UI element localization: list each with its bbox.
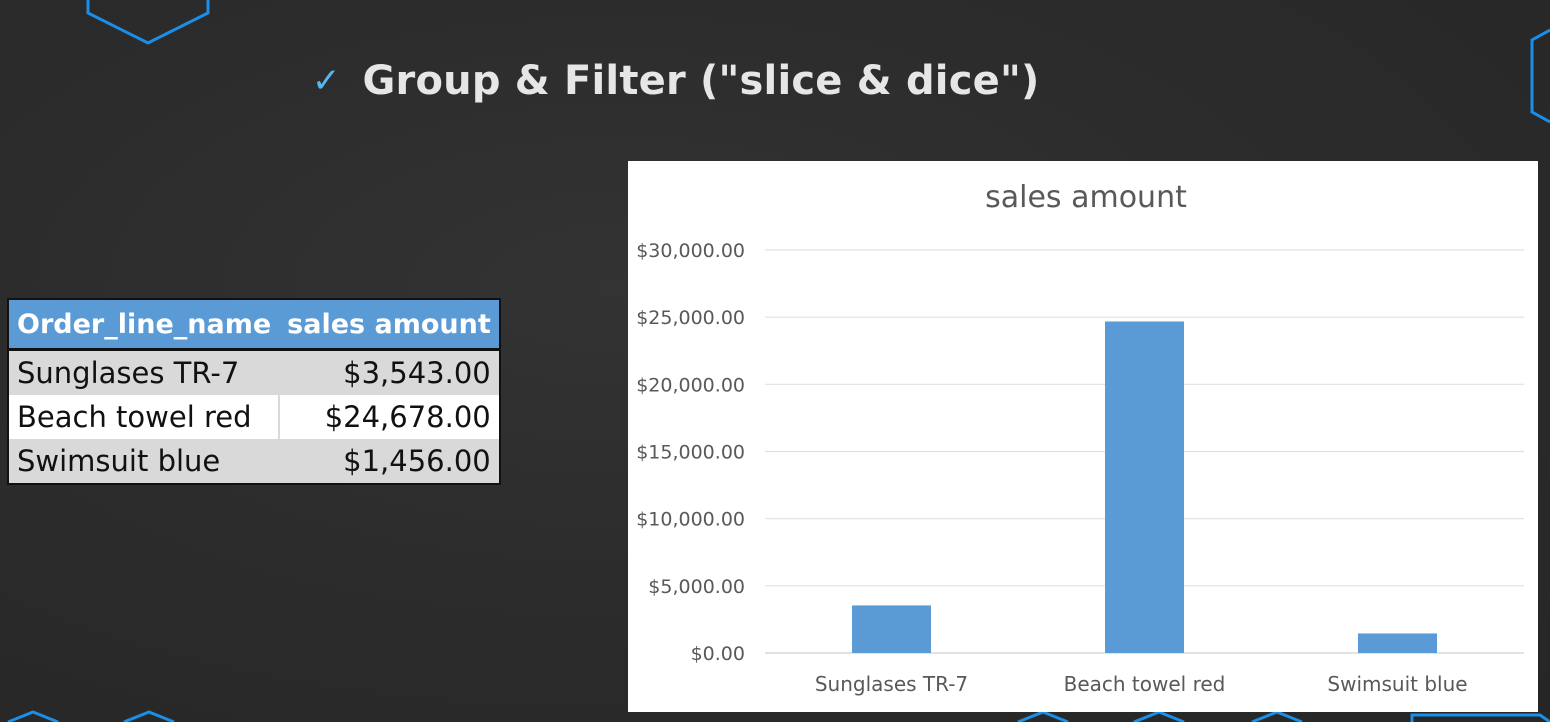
chart-title: sales amount — [985, 180, 1187, 215]
bar — [852, 605, 931, 653]
table-cell-name: Beach towel red — [8, 395, 281, 439]
hexagon-decoration-bottom-1 — [7, 710, 59, 722]
y-tick-label: $10,000.00 — [636, 509, 745, 531]
y-tick-label: $25,000.00 — [636, 307, 745, 329]
table-cell-amount: $3,543.00 — [279, 349, 500, 395]
table-row: Swimsuit blue $1,456.00 — [8, 439, 500, 484]
hexagon-decoration-bottom-4 — [1133, 710, 1185, 722]
column-header-sales-amount: sales amount — [279, 299, 500, 351]
table-cell-amount: $1,456.00 — [279, 439, 500, 484]
slide-heading: ✓ Group & Filter ("slice & dice") — [312, 58, 1039, 104]
table-row: Beach towel red $24,678.00 — [8, 395, 500, 439]
heading-text: Group & Filter ("slice & dice") — [362, 58, 1040, 104]
hexagon-decoration-bottom-5 — [1251, 710, 1303, 722]
table-header-row: Order_line_name sales amount — [8, 299, 500, 351]
hexagon-decoration-bottom-2 — [123, 710, 175, 722]
table-row: Sunglases TR-7 $3,543.00 — [8, 349, 500, 395]
bar — [1358, 633, 1437, 653]
y-tick-label: $20,000.00 — [636, 374, 745, 396]
checkmark-icon: ✓ — [312, 61, 341, 101]
x-tick-label: Swimsuit blue — [1327, 672, 1467, 696]
hexagon-decoration-bottom-3 — [1017, 710, 1069, 722]
bar — [1105, 321, 1184, 653]
x-tick-label: Beach towel red — [1064, 672, 1226, 696]
y-tick-label: $15,000.00 — [636, 442, 745, 464]
table-cell-name: Sunglases TR-7 — [8, 349, 280, 395]
y-tick-label: $0.00 — [691, 643, 745, 665]
hexagon-decoration-top-left — [86, 0, 210, 45]
sales-bar-chart: sales amount $0.00 $5,000.00 $10,000.00 $15,… — [628, 161, 1538, 712]
y-tick-label: $30,000.00 — [636, 240, 745, 262]
y-tick-label: $5,000.00 — [648, 576, 745, 598]
hexagon-decoration-bottom-6 — [1410, 713, 1550, 722]
x-tick-label: Sunglases TR-7 — [815, 672, 968, 696]
sales-table: Order_line_name sales amount Sunglases T… — [7, 298, 501, 485]
table-cell-name: Swimsuit blue — [8, 439, 280, 484]
chart-canvas: sales amount $0.00 $5,000.00 $10,000.00 $15,… — [636, 180, 1524, 696]
hexagon-decoration-right — [1530, 28, 1550, 124]
table-cell-amount: $24,678.00 — [279, 395, 500, 439]
column-header-order-line-name: Order_line_name — [8, 299, 280, 351]
